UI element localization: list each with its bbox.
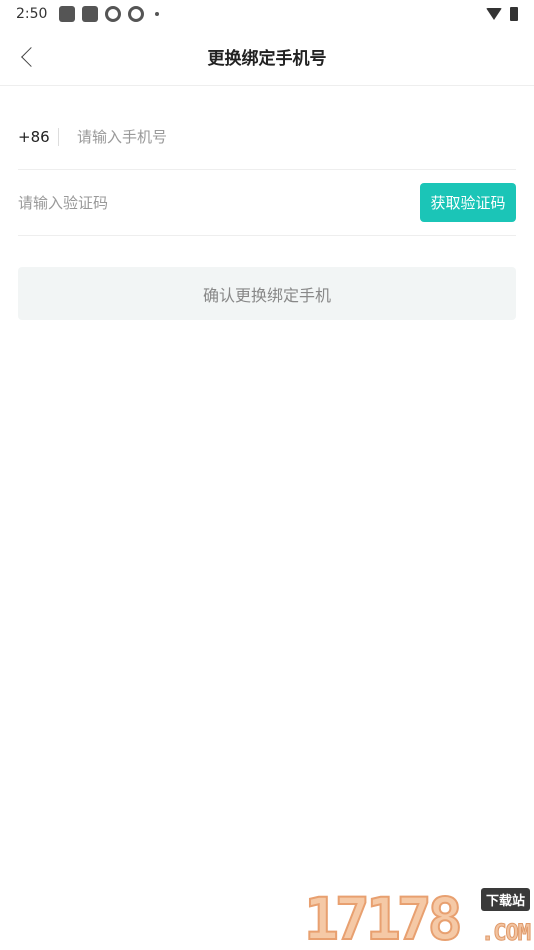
status-right [486,7,518,21]
country-code[interactable]: +86 [18,128,58,146]
phone-input[interactable] [77,116,516,157]
divider [58,127,59,146]
header: 更换绑定手机号 [0,28,534,86]
notification-app-icon [59,6,76,22]
screen: 2:50 更换绑定手机号 +86 获取验证码 确认更换绑定手机 17178 下载… [0,0,534,950]
confirm-change-button[interactable]: 确认更换绑定手机 [18,267,516,320]
watermark-badge: 下载站 [480,888,530,911]
notification-app-icon [82,6,99,22]
status-time: 2:50 [16,6,48,22]
more-notifications-dot-icon [155,12,160,16]
watermark-digits: 17178 [303,885,464,950]
battery-icon [510,7,518,21]
verification-code-input[interactable] [18,182,420,223]
notification-aperture-icon [128,6,145,22]
get-code-button[interactable]: 获取验证码 [420,183,516,222]
chevron-left-icon [21,47,41,67]
page-title: 更换绑定手机号 [207,49,327,69]
status-bar: 2:50 [0,0,534,28]
watermark: 17178 下载站 .COM [303,885,532,950]
phone-row: +86 [18,104,516,170]
wifi-icon [486,8,502,20]
notification-aperture-icon [105,6,122,22]
back-button[interactable] [14,43,42,71]
code-row: 获取验证码 [18,170,516,236]
watermark-com: .COM [481,921,532,947]
change-phone-form: +86 获取验证码 [18,104,516,236]
